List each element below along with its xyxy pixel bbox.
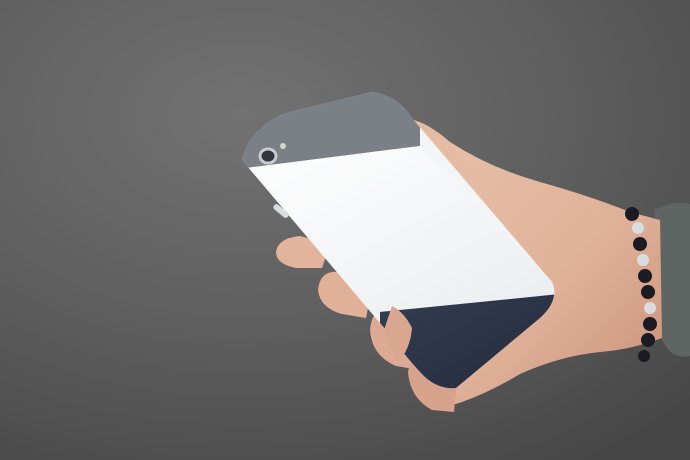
camera-lens [258,147,278,165]
photo [0,0,690,460]
camera-flash [280,143,286,149]
photo-scene [0,0,690,460]
